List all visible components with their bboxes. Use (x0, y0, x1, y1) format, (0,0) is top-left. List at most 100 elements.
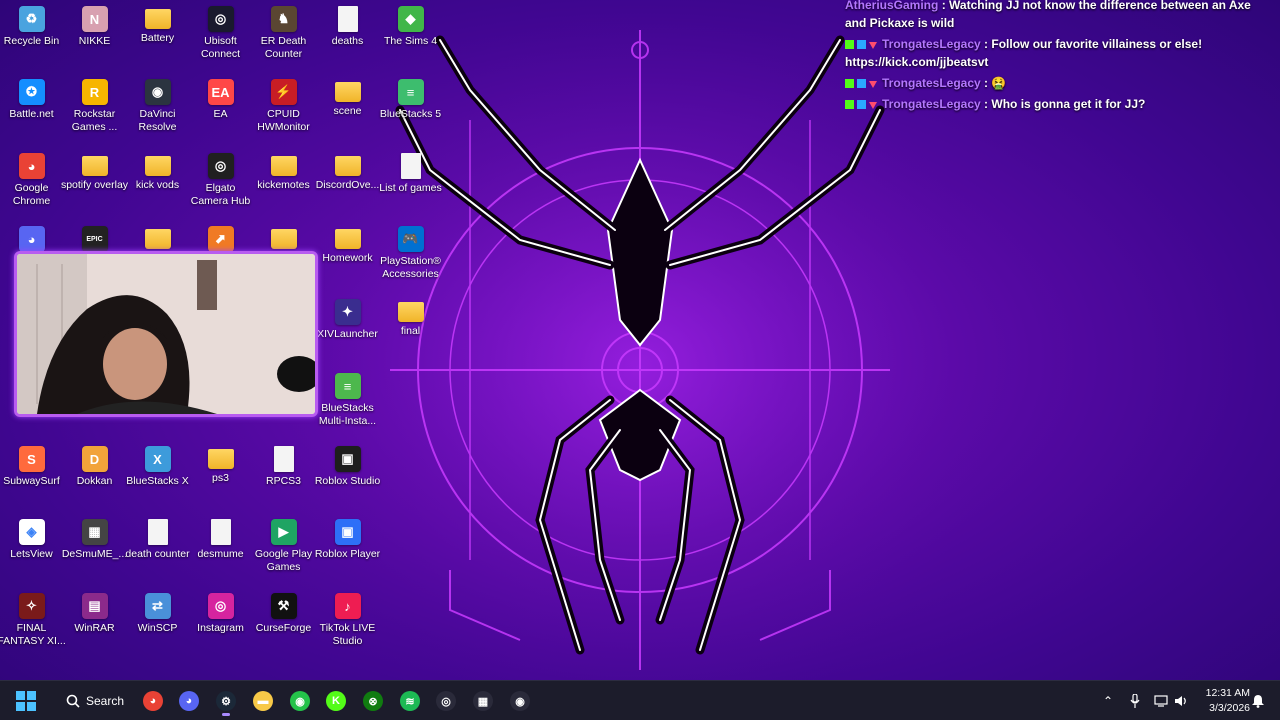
desktop-icon-label: Battle.net (9, 108, 54, 120)
chat-message: TrongatesLegacy : 🤮 (845, 74, 1275, 92)
spotify-taskbar-button[interactable]: ≋ (394, 685, 426, 717)
desktop-icon-xivlauncher[interactable]: ✦ XIVLauncher (316, 293, 379, 363)
xbox-taskbar-button[interactable]: ⊗ (357, 685, 389, 717)
clock[interactable]: 12:31 AM 3/3/2026 (1194, 686, 1250, 716)
desktop-icon-battle-net[interactable]: ✪ Battle.net (0, 73, 63, 143)
audio-mixer-taskbar-icon: ▦ (473, 691, 493, 711)
desktop-icon-ea[interactable]: EA EA (189, 73, 252, 143)
clock-date: 3/3/2026 (1209, 702, 1250, 714)
desktop-icon-bluestacks-multi-insta[interactable]: ≡ BlueStacks Multi-Insta... (316, 367, 379, 437)
volume-tray-icon[interactable] (1172, 681, 1190, 720)
desktop-icon-ps3[interactable]: ps3 (189, 440, 252, 510)
desktop-icon-bluestacks-x[interactable]: X BlueStacks X (126, 440, 189, 510)
desktop-icon-recycle-bin[interactable]: ♻ Recycle Bin (0, 0, 63, 70)
kick-taskbar-button[interactable]: K (320, 685, 352, 717)
webcam-app-taskbar-button[interactable]: ◎ (430, 685, 462, 717)
desktop-icon-label: DiscordOve... (315, 179, 380, 191)
desktop-icon-roblox-player[interactable]: ▣ Roblox Player (315, 513, 380, 583)
desktop-icon-the-sims-4[interactable]: ◆ The Sims 4 (379, 0, 442, 70)
desktop-icon-homework[interactable]: Homework (316, 220, 379, 290)
spotify-overlay-icon (81, 156, 108, 176)
desktop-icon-kick-vods[interactable]: kick vods (126, 147, 189, 217)
desktop-icon-label: SubwaySurf (3, 475, 60, 487)
desktop-icon-label: DaVinci Resolve (138, 108, 177, 133)
desktop-icon-elgato-camera-hub[interactable]: ◎ Elgato Camera Hub (189, 147, 252, 217)
desktop-icon-label: Homework (322, 252, 373, 264)
microphone-tray-icon[interactable] (1126, 681, 1144, 720)
rockstar-games-icon: R (81, 79, 108, 105)
audio-mixer-taskbar-button[interactable]: ▦ (467, 685, 499, 717)
recycle-bin-icon: ♻ (18, 6, 45, 32)
desktop-icon-nikke[interactable]: N NIKKE (63, 0, 126, 70)
taskbar: Search ◕ ◕ ⚙ ▬ ◉ K ⊗ ≋ ◎ ▦ ◉ ⌃ 12:31 AM 3/3/2026 (0, 680, 1280, 720)
desktop-icon-tiktok-live-studio[interactable]: ♪ TikTok LIVE Studio (316, 587, 379, 657)
list-of-games-icon (400, 153, 421, 179)
desktop-icon-playstation-accessories[interactable]: 🎮 PlayStation® Accessories (379, 220, 442, 290)
desktop-icon-final[interactable]: final (379, 293, 442, 363)
obs-taskbar-button[interactable]: ◉ (504, 685, 536, 717)
davinci-resolve-icon: ◉ (144, 79, 171, 105)
desktop-icon-letsview[interactable]: ◈ LetsView (0, 513, 63, 583)
notifications-button[interactable] (1250, 681, 1266, 720)
bluestacks-multi-insta-icon: ≡ (334, 373, 361, 399)
elgato-camera-hub-icon: ◎ (207, 153, 234, 179)
desktop-icon-subwaysurf[interactable]: S SubwaySurf (0, 440, 63, 510)
verified-badge-icon (857, 79, 866, 88)
desktop-icon-desmume[interactable]: ▦ DeSmuME_... (62, 513, 127, 583)
desktop-icon-er-death-counter[interactable]: ♞ ER Death Counter (252, 0, 315, 70)
desktop-icon-list-of-games[interactable]: List of games (379, 147, 442, 217)
search-button[interactable]: Search (58, 687, 128, 715)
desktop-icon-google-play-games[interactable]: ▶ Google Play Games (252, 513, 315, 583)
desktop-icon-final-fantasy-xi[interactable]: ✧ FINAL FANTASY XI... (0, 587, 66, 657)
desktop-icon-label: Google Play Games (254, 548, 313, 573)
desktop-icon-label: Battery (140, 32, 175, 44)
show-hidden-icons-button[interactable]: ⌃ (1098, 681, 1118, 720)
desktop-icon-davinci-resolve[interactable]: ◉ DaVinci Resolve (126, 73, 189, 143)
desktop-icon-deaths[interactable]: deaths (316, 0, 379, 70)
desktop-icon-scene[interactable]: scene (316, 73, 379, 143)
speaker-icon (1175, 696, 1186, 706)
webcam-app-taskbar-icon: ◎ (436, 691, 456, 711)
desktop-icon-battery[interactable]: Battery (126, 0, 189, 70)
desktop-icon-winrar[interactable]: ▤ WinRAR (63, 587, 126, 657)
desktop-icon-rpcs3[interactable]: RPCS3 (252, 440, 315, 510)
desktop-icon-label: BlueStacks X (126, 475, 189, 487)
start-button[interactable] (10, 685, 42, 717)
file-explorer-taskbar-button[interactable]: ▬ (247, 685, 279, 717)
chrome-taskbar-button[interactable]: ◕ (137, 685, 169, 717)
desktop-icon-death-counter[interactable]: death counter (125, 513, 190, 583)
desktop-icon-discordove[interactable]: DiscordOve... (316, 147, 379, 217)
desktop-icon-spotify-overlay[interactable]: spotify overlay (61, 147, 128, 217)
desktop-icon-bluestacks-5[interactable]: ≡ BlueStacks 5 (379, 73, 442, 143)
folder-icon (270, 229, 297, 249)
desktop-icon-label: WinRAR (74, 622, 115, 634)
desktop-icon-desmume[interactable]: desmume (189, 513, 252, 583)
subwaysurf-icon: S (18, 446, 45, 472)
desktop-icon-ubisoft-connect[interactable]: ◎ Ubisoft Connect (189, 0, 252, 70)
desktop-icon-cpuid-hwmonitor[interactable]: ⚡ CPUID HWMonitor (252, 73, 315, 143)
desktop-icon-curseforge[interactable]: ⚒ CurseForge (252, 587, 315, 657)
discord-icon: ◕ (18, 226, 45, 252)
instagram-icon: ◎ (207, 593, 234, 619)
google-play-games-icon: ▶ (270, 519, 297, 545)
desktop-icon-instagram[interactable]: ◎ Instagram (189, 587, 252, 657)
desktop-icon-rockstar-games[interactable]: R Rockstar Games ... (63, 73, 126, 143)
desktop-icon-roblox-studio[interactable]: ▣ Roblox Studio (315, 440, 380, 510)
search-icon (66, 694, 80, 708)
desktop-icon-google-chrome[interactable]: ◕ Google Chrome (0, 147, 63, 217)
chat-message: TrongatesLegacy : Follow our favorite vi… (845, 35, 1275, 71)
desktop-icon-winscp[interactable]: ⇄ WinSCP (126, 587, 189, 657)
desktop-icon-label: final (400, 325, 421, 337)
death-counter-icon (147, 519, 168, 545)
obs-green-taskbar-button[interactable]: ◉ (284, 685, 316, 717)
roblox-player-icon: ▣ (334, 519, 361, 545)
curseforge-icon: ⚒ (270, 593, 297, 619)
desktop-icon-label: desmume (197, 548, 244, 560)
steam-taskbar-button[interactable]: ⚙ (210, 685, 242, 717)
desktop-icon-kickemotes[interactable]: kickemotes (252, 147, 315, 217)
desktop-icon-dokkan[interactable]: D Dokkan (63, 440, 126, 510)
network-tray-icon[interactable] (1152, 681, 1170, 720)
playstation-accessories-icon: 🎮 (397, 226, 424, 252)
clock-time: 12:31 AM (1205, 687, 1250, 699)
discord-taskbar-button[interactable]: ◕ (173, 685, 205, 717)
